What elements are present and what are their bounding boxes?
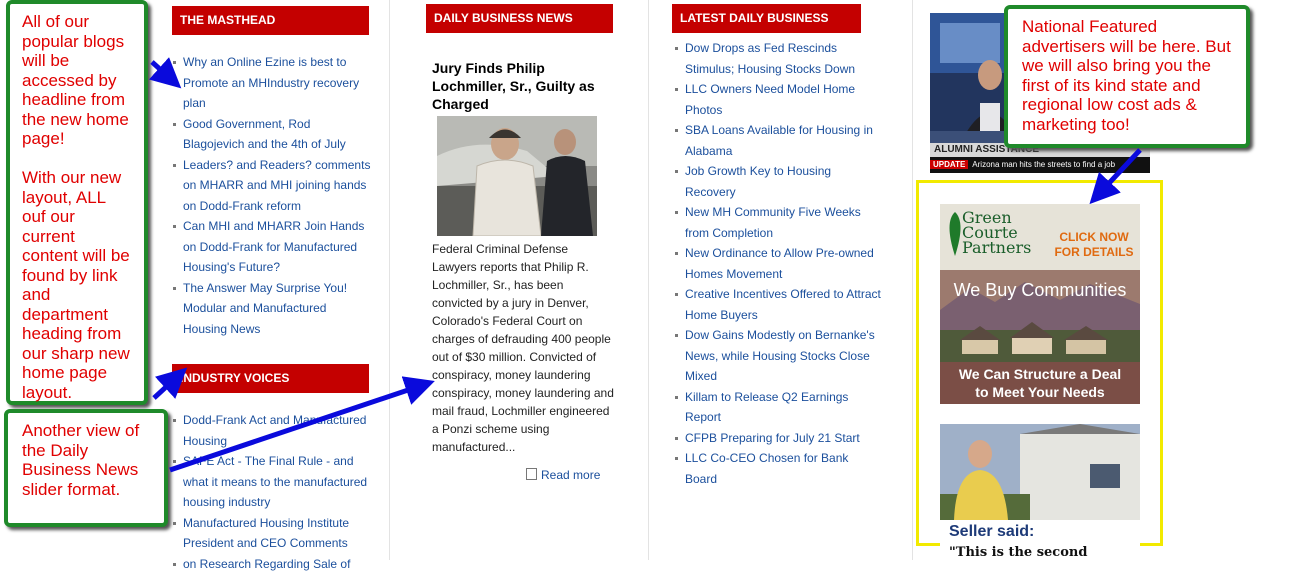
headline-link[interactable]: SAFE Act - The Final Rule - and what it … bbox=[183, 454, 367, 509]
headline-link[interactable]: Dow Drops as Fed Rescinds Stimulus; Hous… bbox=[685, 41, 855, 76]
list-item[interactable]: Creative Incentives Offered to Attract H… bbox=[673, 284, 883, 325]
ad-cta-line: FOR DETAILS bbox=[1052, 245, 1136, 260]
list-item[interactable]: The Answer May Surprise You! Modular and… bbox=[171, 278, 371, 340]
list-item[interactable]: SBA Loans Available for Housing in Alaba… bbox=[673, 120, 883, 161]
list-item[interactable]: LLC Co-CEO Chosen for Bank Board bbox=[673, 448, 883, 489]
industry-voices-header: INDUSTRY VOICES bbox=[172, 364, 369, 393]
seller-photo bbox=[940, 424, 1140, 520]
headline-link[interactable]: Dodd-Frank Act and Manufactured Housing bbox=[183, 413, 366, 448]
list-item[interactable]: CFPB Preparing for July 21 Start bbox=[673, 428, 883, 449]
column-divider bbox=[912, 0, 913, 560]
list-item[interactable]: Manufactured Housing Institute President… bbox=[171, 513, 376, 554]
story-photo-image bbox=[437, 116, 597, 236]
arrow-to-masthead bbox=[152, 62, 172, 80]
headline-link[interactable]: Dow Gains Modestly on Bernanke's News, w… bbox=[685, 328, 875, 383]
seller-quote: "This is the second bbox=[949, 545, 1087, 560]
headline-link[interactable]: Job Growth Key to Housing Recovery bbox=[685, 164, 831, 199]
ad-cta: CLICK NOW FOR DETAILS bbox=[1052, 230, 1136, 260]
list-item[interactable]: Killam to Release Q2 Earnings Report bbox=[673, 387, 883, 428]
list-item[interactable]: New MH Community Five Weeks from Complet… bbox=[673, 202, 883, 243]
column-divider bbox=[648, 0, 649, 560]
latest-news-header: LATEST DAILY BUSINESS NEWS bbox=[672, 4, 861, 33]
industry-voices-link-list: Dodd-Frank Act and Manufactured Housing … bbox=[171, 410, 376, 574]
briefs-header: DAILY BUSINESS NEWS BRIEFS bbox=[426, 4, 613, 33]
ticker-text: Arizona man hits the streets to find a j… bbox=[972, 160, 1115, 169]
headline-link[interactable]: Leaders? and Readers? comments on MHARR … bbox=[183, 158, 370, 213]
headline-link[interactable]: New MH Community Five Weeks from Complet… bbox=[685, 205, 861, 240]
ad-logo-text: Green Courte Partners bbox=[962, 210, 1031, 255]
column-divider bbox=[389, 0, 390, 560]
headline-link[interactable]: Good Government, Rod Blagojevich and the… bbox=[183, 117, 346, 152]
read-more-label: Read more bbox=[541, 468, 600, 482]
green-courte-ad[interactable]: Green Courte Partners CLICK NOW FOR DETA… bbox=[940, 204, 1140, 404]
list-item[interactable]: Dow Gains Modestly on Bernanke's News, w… bbox=[673, 325, 883, 387]
headline-link[interactable]: SBA Loans Available for Housing in Alaba… bbox=[685, 123, 873, 158]
headline-link[interactable]: New Ordinance to Allow Pre-owned Homes M… bbox=[685, 246, 874, 281]
video-ticker: UPDATE Arizona man hits the streets to fi… bbox=[930, 157, 1150, 173]
read-more-link[interactable]: Read more bbox=[526, 468, 600, 482]
list-item[interactable]: SAFE Act - The Final Rule - and what it … bbox=[171, 451, 376, 513]
ticker-tag: UPDATE bbox=[930, 160, 968, 169]
seller-ad[interactable]: Seller said: "This is the second bbox=[940, 424, 1140, 560]
headline-link[interactable]: Why an Online Ezine is best to Promote a… bbox=[183, 55, 359, 110]
list-item[interactable]: on Research Regarding Sale of bbox=[171, 554, 376, 574]
masthead-link-list: Why an Online Ezine is best to Promote a… bbox=[171, 52, 371, 339]
ad-logo-line: Partners bbox=[962, 240, 1031, 255]
annotation-note-blogs: All of our popular blogs will be accesse… bbox=[6, 0, 148, 405]
list-item[interactable]: Job Growth Key to Housing Recovery bbox=[673, 161, 883, 202]
latest-news-link-list: Dow Drops as Fed Rescinds Stimulus; Hous… bbox=[673, 38, 883, 489]
list-item[interactable]: Can MHI and MHARR Join Hands on Dodd-Fra… bbox=[171, 216, 371, 278]
list-item[interactable]: Dow Drops as Fed Rescinds Stimulus; Hous… bbox=[673, 38, 883, 79]
list-item[interactable]: Good Government, Rod Blagojevich and the… bbox=[171, 114, 371, 155]
headline-link[interactable]: LLC Co-CEO Chosen for Bank Board bbox=[685, 451, 848, 486]
headline-link[interactable]: Creative Incentives Offered to Attract H… bbox=[685, 287, 881, 322]
list-item[interactable]: New Ordinance to Allow Pre-owned Homes M… bbox=[673, 243, 883, 284]
ad-bottom-line: to Meet Your Needs bbox=[940, 383, 1140, 401]
ad-cta-line: CLICK NOW bbox=[1052, 230, 1136, 245]
ad-bottom-line: We Can Structure a Deal bbox=[940, 365, 1140, 383]
list-item[interactable]: Dodd-Frank Act and Manufactured Housing bbox=[171, 410, 376, 451]
story-photo[interactable] bbox=[437, 116, 597, 236]
document-icon bbox=[526, 468, 537, 480]
headline-link[interactable]: Manufactured Housing Institute President… bbox=[183, 516, 349, 551]
headline-link[interactable]: LLC Owners Need Model Home Photos bbox=[685, 82, 855, 117]
ad-bottom-panel: We Can Structure a Deal to Meet Your Nee… bbox=[940, 362, 1140, 404]
headline-link[interactable]: Can MHI and MHARR Join Hands on Dodd-Fra… bbox=[183, 219, 364, 274]
annotation-note-slider: Another view of the Daily Business News … bbox=[4, 409, 168, 527]
annotation-note-advertisers: National Featured advertisers will be he… bbox=[1004, 5, 1250, 148]
ad-headline: We Buy Communities bbox=[940, 280, 1140, 301]
list-item[interactable]: Leaders? and Readers? comments on MHARR … bbox=[171, 155, 371, 217]
story-title[interactable]: Jury Finds Philip Lochmiller, Sr., Guilt… bbox=[432, 59, 612, 113]
list-item[interactable]: Why an Online Ezine is best to Promote a… bbox=[171, 52, 371, 114]
headline-link[interactable]: Killam to Release Q2 Earnings Report bbox=[685, 390, 848, 425]
list-item[interactable]: LLC Owners Need Model Home Photos bbox=[673, 79, 883, 120]
headline-link[interactable]: CFPB Preparing for July 21 Start bbox=[685, 431, 860, 445]
masthead-header: THE MASTHEAD bbox=[172, 6, 369, 35]
headline-link[interactable]: The Answer May Surprise You! Modular and… bbox=[183, 281, 347, 336]
story-body: Federal Criminal Defense Lawyers reports… bbox=[432, 240, 614, 456]
seller-caption: Seller said: bbox=[949, 523, 1034, 541]
headline-link[interactable]: on Research Regarding Sale of bbox=[183, 557, 350, 571]
